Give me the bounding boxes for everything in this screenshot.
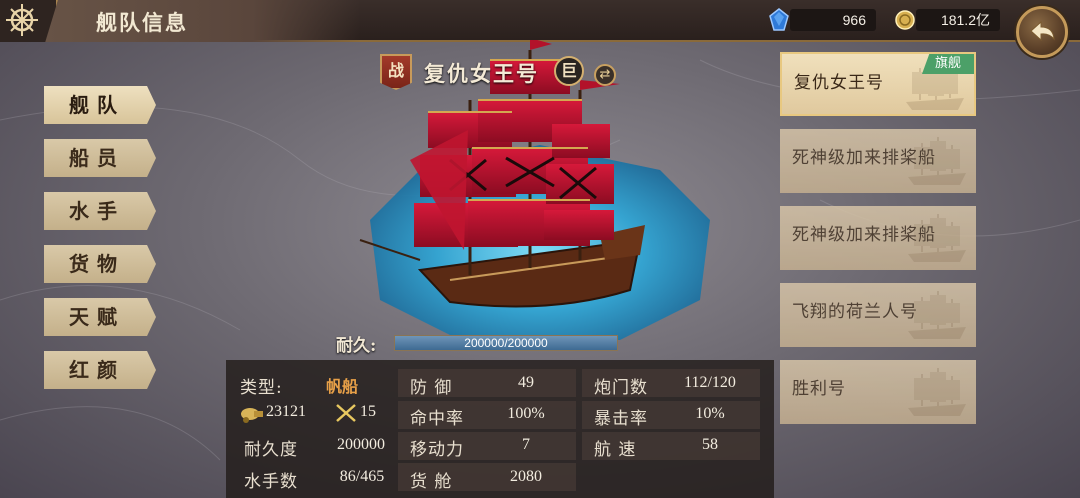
back-arrow-icon [1030,20,1055,42]
gem-count: 966 [790,9,876,31]
durability-bar: 200000/200000 [394,335,618,351]
cannon-icon [241,408,263,423]
fleet-ship-name: 复仇女王号 [794,73,884,93]
fleet-ship-card[interactable]: 胜利号 [780,360,976,424]
nav-tab-crew[interactable]: 船员 [44,139,156,177]
hit-label: 命中率 [410,409,464,429]
fleet-ship-name: 死神级加来排桨船 [792,148,936,168]
defense-value: 49 [518,374,534,391]
cargo-label: 货 舱 [410,472,453,492]
durability-stat-label: 耐久度 [244,440,298,460]
battle-tag: 战 [380,54,412,90]
back-button[interactable] [1016,6,1068,58]
move-label: 移动力 [410,440,464,460]
sailors-value: 86/465 [339,468,385,485]
ship-silhouette-icon [908,368,966,416]
sailors-label: 水手数 [244,472,298,492]
nav-tab-sailors[interactable]: 水手 [44,192,156,230]
stats-panel: 类型: 帆船 23121 15 耐久度 200000 水手数 86/465 防 … [226,360,774,498]
nav-tab-beauty[interactable]: 红颜 [44,351,156,389]
cannon-power: 23121 [266,403,306,420]
gunport-value: 112/120 [684,374,736,391]
gem-icon [769,8,789,31]
move-value: 7 [522,436,530,453]
durability-label: 耐久: [336,336,377,356]
flagship-tag: 旗舰 [922,54,974,74]
fleet-ship-card[interactable]: 复仇女王号 旗舰 [780,52,976,116]
fleet-ship-name: 胜利号 [792,379,846,399]
speed-value: 58 [702,436,718,453]
durability-text: 200000/200000 [464,336,548,350]
page-title: 舰队信息 [96,10,188,35]
hit-value: 100% [507,405,545,422]
fleet-ship-name: 飞翔的荷兰人号 [792,302,918,322]
ship-name: 复仇女王号 [424,61,539,86]
type-label: 类型: [240,378,283,398]
top-bar: 舰队信息 966 181.2亿 [0,0,1080,42]
fleet-ship-card[interactable]: 飞翔的荷兰人号 [780,283,976,347]
fleet-ship-card[interactable]: 死神级加来排桨船 [780,129,976,193]
speed-label: 航 速 [594,440,637,460]
swap-ship-icon[interactable]: ⇄ [594,64,616,86]
gold-count: 181.2亿 [916,9,1000,31]
crossed-swords-icon [336,404,356,422]
cargo-value: 2080 [510,468,542,485]
gunport-label: 炮门数 [594,378,648,398]
gold-coin-icon [895,10,915,30]
crew-power: 15 [360,403,376,420]
ship-display [359,40,710,340]
type-value: 帆船 [325,379,358,396]
durability-stat-value: 200000 [337,436,385,453]
nav-tab-cargo[interactable]: 货物 [44,245,156,283]
fleet-ship-name: 死神级加来排桨船 [792,225,936,245]
ship-size-badge: 巨 [554,56,584,86]
nav-tab-fleet[interactable]: 舰队 [44,86,156,124]
crit-value: 10% [695,405,725,422]
nav-tab-talent[interactable]: 天赋 [44,298,156,336]
crit-label: 暴击率 [594,409,648,429]
defense-label: 防 御 [410,378,453,398]
fleet-ship-card[interactable]: 死神级加来排桨船 [780,206,976,270]
